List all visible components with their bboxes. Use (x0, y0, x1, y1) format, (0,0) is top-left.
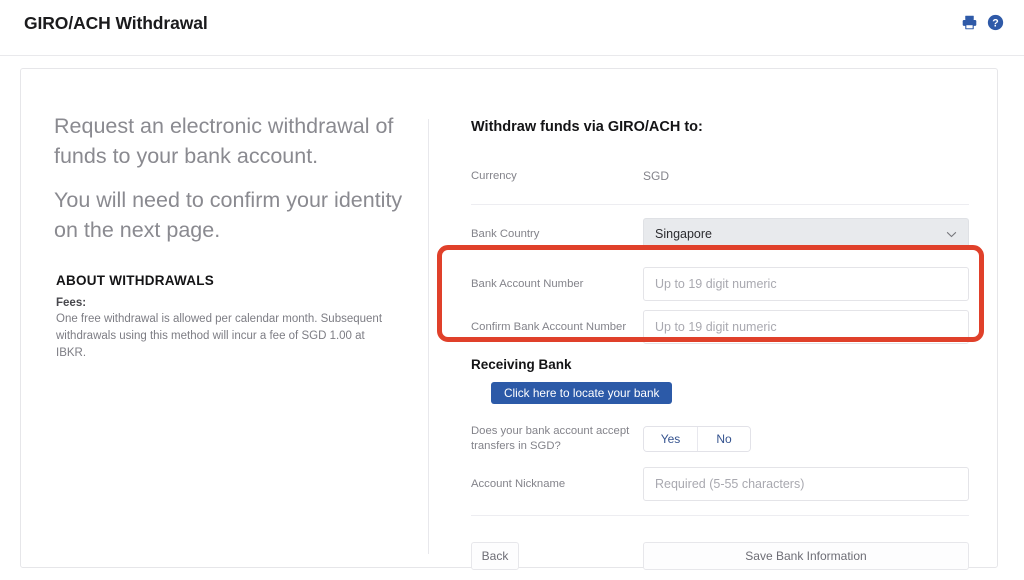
bank-account-number-input[interactable]: Up to 19 digit numeric (643, 267, 969, 301)
bank-account-number-placeholder: Up to 19 digit numeric (655, 277, 777, 291)
header-icon-group: ? (961, 14, 1004, 31)
column-divider (428, 119, 429, 554)
accepts-transfers-toggle[interactable]: Yes No (643, 426, 751, 452)
currency-value: SGD (643, 169, 669, 183)
row-bank-country: Bank Country Singapore (471, 218, 971, 250)
withdrawal-form: Withdraw funds via GIRO/ACH to: Currency… (471, 119, 971, 571)
row-accepts-transfers: Does your bank account accept transfers … (471, 424, 971, 454)
bank-country-selected-value: Singapore (655, 227, 712, 241)
row-bank-account-number: Bank Account Number Up to 19 digit numer… (471, 267, 971, 301)
fees-label: Fees: (56, 297, 414, 309)
locate-bank-button[interactable]: Click here to locate your bank (491, 382, 672, 404)
account-nickname-input[interactable]: Required (5-55 characters) (643, 467, 969, 501)
row-confirm-bank-account-number: Confirm Bank Account Number Up to 19 dig… (471, 310, 971, 344)
page-root: GIRO/ACH Withdrawal ? Request an e (0, 0, 1024, 580)
chevron-down-icon (946, 231, 957, 238)
accepts-transfers-yes-button[interactable]: Yes (644, 427, 697, 451)
back-button[interactable]: Back (471, 542, 519, 570)
row-separator (471, 204, 969, 205)
receiving-bank-section: Receiving Bank Click here to locate your… (471, 357, 971, 404)
account-nickname-placeholder: Required (5-55 characters) (655, 477, 804, 491)
about-withdrawals-heading: ABOUT WITHDRAWALS (56, 273, 414, 288)
intro-line-2: You will need to confirm your identity o… (54, 185, 414, 245)
bank-country-select[interactable]: Singapore (643, 218, 969, 250)
content-card: Request an electronic withdrawal of fund… (20, 68, 998, 568)
confirm-bank-account-number-label: Confirm Bank Account Number (471, 320, 643, 335)
form-actions: Back Save Bank Information (471, 541, 971, 571)
intro-line-1: Request an electronic withdrawal of fund… (54, 111, 414, 171)
form-title: Withdraw funds via GIRO/ACH to: (471, 119, 971, 135)
accepts-transfers-label: Does your bank account accept transfers … (471, 424, 643, 454)
help-icon[interactable]: ? (987, 14, 1004, 31)
back-button-slot: Back (471, 542, 643, 570)
save-bank-information-button[interactable]: Save Bank Information (643, 542, 969, 570)
confirm-bank-account-number-input[interactable]: Up to 19 digit numeric (643, 310, 969, 344)
confirm-bank-account-number-placeholder: Up to 19 digit numeric (655, 320, 777, 334)
fees-text: One free withdrawal is allowed per calen… (56, 311, 396, 362)
bank-country-label: Bank Country (471, 227, 643, 242)
receiving-bank-heading: Receiving Bank (471, 357, 971, 372)
account-nickname-label: Account Nickname (471, 477, 643, 492)
accepts-transfers-no-button[interactable]: No (697, 427, 750, 451)
actions-separator (471, 515, 969, 516)
svg-text:?: ? (992, 17, 998, 29)
currency-label: Currency (471, 169, 643, 184)
page-header: GIRO/ACH Withdrawal ? (0, 0, 1024, 56)
intro-column: Request an electronic withdrawal of fund… (54, 111, 414, 362)
row-account-nickname: Account Nickname Required (5-55 characte… (471, 467, 971, 501)
page-title: GIRO/ACH Withdrawal (24, 13, 208, 34)
row-currency: Currency SGD (471, 161, 971, 191)
bank-account-number-label: Bank Account Number (471, 277, 643, 292)
print-icon[interactable] (961, 14, 978, 31)
